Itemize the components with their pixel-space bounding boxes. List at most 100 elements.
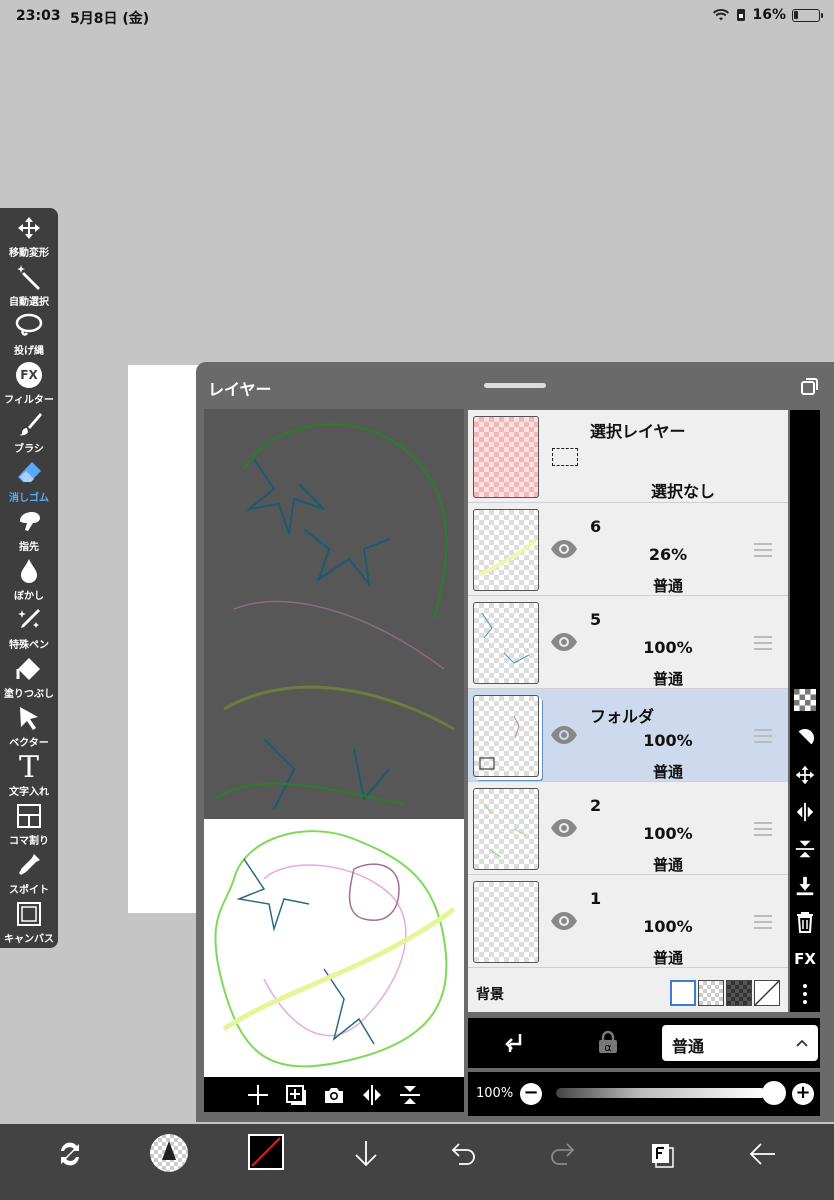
blend-mode-select[interactable]: 普通 <box>662 1025 818 1061</box>
drag-handle-icon[interactable] <box>754 915 772 929</box>
eye-icon[interactable] <box>550 632 578 652</box>
opacity-slider[interactable] <box>556 1088 766 1098</box>
rotate-view-button[interactable] <box>52 1136 88 1172</box>
preview-toolbar <box>204 1077 464 1112</box>
window-toggle-icon[interactable] <box>800 376 820 396</box>
drag-handle-icon[interactable] <box>754 543 772 557</box>
layer-row[interactable]: 1 100% 普通 <box>468 875 788 968</box>
arrow-left-icon <box>749 1143 775 1165</box>
undo-button[interactable] <box>446 1136 482 1172</box>
thumbnail-sketch <box>214 830 456 1068</box>
frame-divide-icon <box>14 802 44 830</box>
tool-eraser[interactable]: 消しゴム <box>0 459 58 508</box>
layer-flip-horizontal-icon[interactable] <box>793 800 817 824</box>
layer-row-folder[interactable]: フォルダ 100% 普通 <box>468 689 788 782</box>
color-swatch-button[interactable] <box>248 1134 284 1170</box>
orientation-lock-icon <box>737 9 746 21</box>
background-none-swatch[interactable] <box>754 980 780 1006</box>
blur-drop-icon <box>14 557 44 585</box>
canvas-icon <box>14 900 44 928</box>
layer-thumbnail <box>473 881 539 963</box>
eye-icon[interactable] <box>550 911 578 931</box>
tool-filter[interactable]: FX フィルター <box>0 361 58 410</box>
status-right: 16% <box>712 7 823 23</box>
layer-down-button[interactable] <box>348 1136 384 1172</box>
background-transparent-light-swatch[interactable] <box>698 980 724 1006</box>
layer-move-icon[interactable] <box>793 763 817 787</box>
add-raster-layer-icon[interactable] <box>284 1083 308 1107</box>
status-time: 23:03 <box>16 8 61 24</box>
eye-icon[interactable] <box>550 539 578 559</box>
layer-blend-mode: 普通 <box>652 670 683 688</box>
status-date: 5月8日 (金) <box>70 11 150 27</box>
brush-tip-icon <box>162 1141 176 1160</box>
layer-blend-mode: 普通 <box>652 577 683 595</box>
fill-bucket-icon <box>14 655 44 683</box>
clip-arrow-icon[interactable] <box>502 1031 526 1055</box>
flip-horizontal-icon[interactable] <box>360 1083 384 1107</box>
drag-handle-icon[interactable] <box>754 822 772 836</box>
finger-icon <box>14 508 44 536</box>
layer-preview <box>204 409 464 1112</box>
tool-brush[interactable]: ブラシ <box>0 410 58 459</box>
eye-icon[interactable] <box>550 725 578 745</box>
preview-viewport[interactable] <box>204 409 464 819</box>
layer-thumbnail <box>473 416 539 498</box>
tool-magic-wand[interactable]: 自動選択 <box>0 263 58 312</box>
window-drag-handle[interactable] <box>484 383 546 388</box>
tool-frame-divide[interactable]: コマ割り <box>0 802 58 851</box>
layer-window-title: レイヤー <box>208 380 272 399</box>
tool-lasso[interactable]: 投げ縄 <box>0 312 58 361</box>
eyedropper-icon <box>14 851 44 879</box>
layer-name: 5 <box>590 610 602 629</box>
drag-handle-icon[interactable] <box>754 636 772 650</box>
back-button[interactable] <box>744 1136 780 1172</box>
drag-handle-icon[interactable] <box>754 729 772 743</box>
camera-icon[interactable] <box>322 1083 346 1107</box>
trash-icon[interactable] <box>793 910 817 934</box>
arrow-down-icon <box>355 1141 377 1167</box>
add-layer-icon[interactable] <box>246 1083 270 1107</box>
background-white-swatch[interactable] <box>670 980 696 1006</box>
layer-row[interactable]: 5 100% 普通 <box>468 596 788 689</box>
wifi-icon <box>713 8 730 21</box>
background-transparent-dark-swatch[interactable] <box>726 980 752 1006</box>
layer-thumbnail <box>473 695 539 777</box>
canvas-thumbnail[interactable] <box>204 819 464 1077</box>
opacity-minus-button[interactable]: − <box>520 1083 542 1105</box>
magic-wand-icon <box>14 263 44 291</box>
layer-thumbnail <box>473 602 539 684</box>
layer-fx-button[interactable]: FX <box>791 947 819 971</box>
flip-vertical-icon[interactable] <box>398 1083 422 1107</box>
tool-move[interactable]: 移動変形 <box>0 214 58 263</box>
tool-blur[interactable]: ぼかし <box>0 557 58 606</box>
layer-row[interactable]: 2 100% 普通 <box>468 782 788 875</box>
tool-canvas[interactable]: キャンバス <box>0 900 58 949</box>
battery-percent: 16% <box>752 7 786 23</box>
merge-down-icon[interactable] <box>793 874 817 898</box>
opacity-plus-button[interactable]: + <box>792 1083 814 1105</box>
tool-text[interactable]: T 文字入れ <box>0 750 58 802</box>
tool-fill[interactable]: 塗りつぶし <box>0 655 58 704</box>
svg-text:α: α <box>604 1041 611 1054</box>
more-options-icon[interactable] <box>793 982 817 1006</box>
layer-actions-strip: FX <box>790 410 820 1012</box>
redo-button[interactable] <box>544 1136 580 1172</box>
alpha-lock-icon[interactable]: α <box>596 1031 620 1055</box>
tool-vector[interactable]: ベクター <box>0 704 58 753</box>
tool-eyedropper[interactable]: スポイト <box>0 851 58 900</box>
layer-flip-vertical-icon[interactable] <box>793 837 817 861</box>
tool-finger[interactable]: 指先 <box>0 508 58 557</box>
material-button[interactable] <box>644 1136 680 1172</box>
preview-sketch-dark <box>213 423 455 810</box>
brush-size-button[interactable] <box>150 1134 188 1172</box>
tool-special-pen[interactable]: 特殊ペン <box>0 606 58 655</box>
eye-icon[interactable] <box>550 818 578 838</box>
clipping-mask-icon[interactable] <box>793 726 817 750</box>
checker-transparency-icon[interactable] <box>793 688 817 712</box>
frame-f-icon <box>652 1144 674 1168</box>
selection-layer-row[interactable]: 選択レイヤー 選択なし <box>468 410 788 503</box>
layer-row[interactable]: 6 26% 普通 <box>468 503 788 596</box>
eraser-icon <box>14 459 44 487</box>
opacity-slider-knob[interactable] <box>762 1081 786 1105</box>
